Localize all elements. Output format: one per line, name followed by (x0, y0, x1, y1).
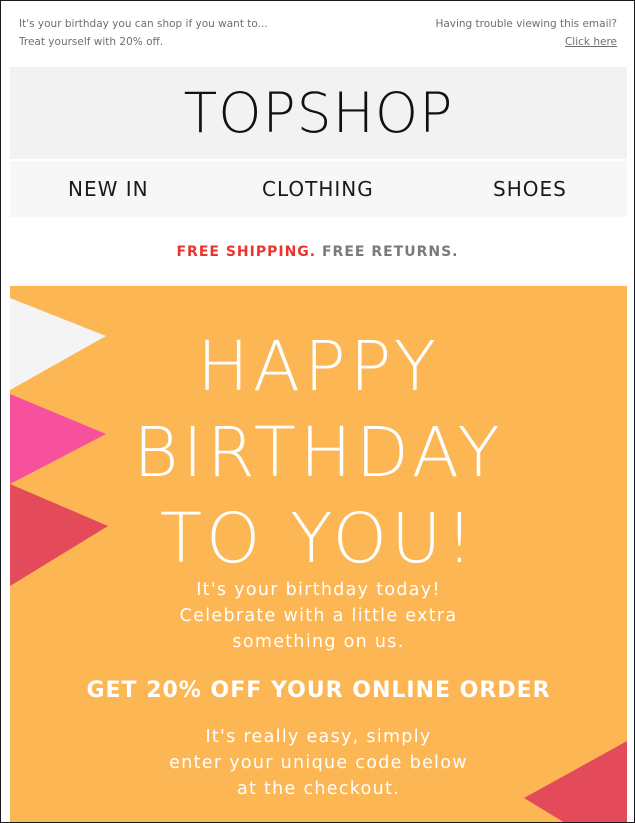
email-frame: It's your birthday you can shop if you w… (0, 0, 635, 823)
checkout-instructions: It's really easy, simply enter your uniq… (10, 724, 627, 802)
logo-bar: TOPSHOP (10, 67, 627, 159)
trouble-viewing-text: Having trouble viewing this email? (435, 18, 617, 30)
instructions-line-1: It's really easy, simply (205, 727, 432, 747)
free-returns-text: FREE RETURNS. (321, 244, 459, 260)
birthday-hero[interactable]: HAPPY BIRTHDAY TO YOU! It's your birthda… (10, 286, 627, 822)
discount-offer: GET 20% OFF YOUR ONLINE ORDER (86, 678, 551, 703)
intro-line-3: something on us. (232, 632, 405, 652)
click-here-link[interactable]: Click here (565, 33, 617, 51)
intro-line-2: Celebrate with a little extra (179, 606, 458, 626)
view-online-notice: Having trouble viewing this email? Click… (435, 15, 617, 51)
headline-line-1: HAPPY (197, 327, 440, 407)
free-shipping-text: FREE SHIPPING. (176, 244, 317, 260)
topshop-logo[interactable]: TOPSHOP (10, 83, 627, 143)
birthday-headline: HAPPY BIRTHDAY TO YOU! (10, 324, 627, 582)
nav-item-new-in[interactable]: NEW IN (68, 176, 149, 202)
instructions-line-2: enter your unique code below (169, 753, 468, 773)
nav-item-shoes[interactable]: SHOES (493, 176, 567, 202)
intro-line-1: It's your birthday today! (196, 580, 441, 600)
headline-line-2: BIRTHDAY (133, 413, 504, 493)
headline-line-3: TO YOU! (159, 499, 478, 579)
birthday-intro: It's your birthday today! Celebrate with… (10, 577, 627, 655)
nav-item-clothing[interactable]: CLOTHING (262, 176, 374, 202)
preheader-text: It's your birthday you can shop if you w… (19, 18, 268, 48)
category-nav: NEW IN CLOTHING SHOES (10, 161, 627, 217)
instructions-line-3: at the checkout. (236, 779, 401, 799)
shipping-banner: FREE SHIPPING. FREE RETURNS. (1, 242, 634, 262)
